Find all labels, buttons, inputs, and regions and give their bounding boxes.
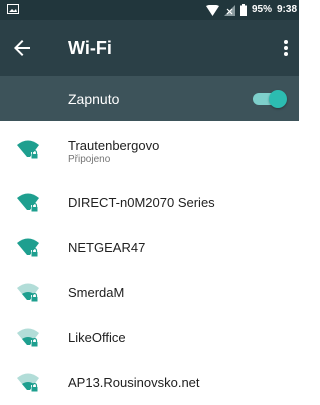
image-icon bbox=[7, 4, 19, 14]
wifi-secured-weak-icon bbox=[17, 328, 39, 347]
wifi-network-name: SmerdaM bbox=[68, 285, 125, 300]
wifi-network-list: Trautenbergovo Připojeno DIRECT-n0M2070 … bbox=[0, 121, 299, 405]
wifi-network-name: NETGEAR47 bbox=[68, 240, 146, 255]
status-bar: 95% 9:38 bbox=[0, 0, 299, 20]
page-title: Wi-Fi bbox=[68, 38, 112, 58]
wifi-master-toggle-row[interactable]: Zapnuto bbox=[0, 76, 299, 121]
wifi-network-name: Trautenbergovo bbox=[68, 138, 160, 153]
wifi-network-item[interactable]: DIRECT-n0M2070 Series bbox=[0, 180, 299, 225]
wifi-network-item[interactable]: SmerdaM bbox=[0, 270, 299, 315]
wifi-network-item[interactable]: LikeOffice bbox=[0, 315, 299, 360]
wifi-network-item[interactable]: Trautenbergovo Připojeno bbox=[0, 121, 299, 180]
cell-no-signal-icon bbox=[223, 4, 235, 16]
wifi-secured-weak-icon bbox=[17, 283, 39, 302]
status-indicators: 95% 9:38 bbox=[205, 3, 297, 17]
wifi-network-name: AP13.Rousinovsko.net bbox=[68, 375, 200, 390]
wifi-secured-icon bbox=[17, 140, 39, 159]
app-bar: Wi-Fi bbox=[0, 20, 299, 76]
arrow-back-icon[interactable] bbox=[10, 36, 34, 60]
clock: 9:38 bbox=[276, 4, 297, 15]
wifi-network-status: Připojeno bbox=[68, 154, 111, 165]
wifi-network-item[interactable]: AP13.Rousinovsko.net bbox=[0, 360, 299, 405]
wifi-signal-icon bbox=[205, 4, 219, 16]
toggle-label: Zapnuto bbox=[68, 91, 120, 107]
wifi-secured-icon bbox=[17, 238, 39, 257]
battery-icon bbox=[239, 4, 247, 16]
wifi-secured-icon bbox=[17, 193, 39, 212]
wifi-network-name: LikeOffice bbox=[68, 330, 126, 345]
wifi-network-name: DIRECT-n0M2070 Series bbox=[68, 195, 215, 210]
more-vert-icon[interactable] bbox=[279, 36, 293, 60]
switch-thumb bbox=[269, 90, 287, 108]
wifi-toggle-switch[interactable] bbox=[253, 90, 287, 108]
wifi-network-item[interactable]: NETGEAR47 bbox=[0, 225, 299, 270]
battery-percent: 95% bbox=[251, 4, 272, 15]
